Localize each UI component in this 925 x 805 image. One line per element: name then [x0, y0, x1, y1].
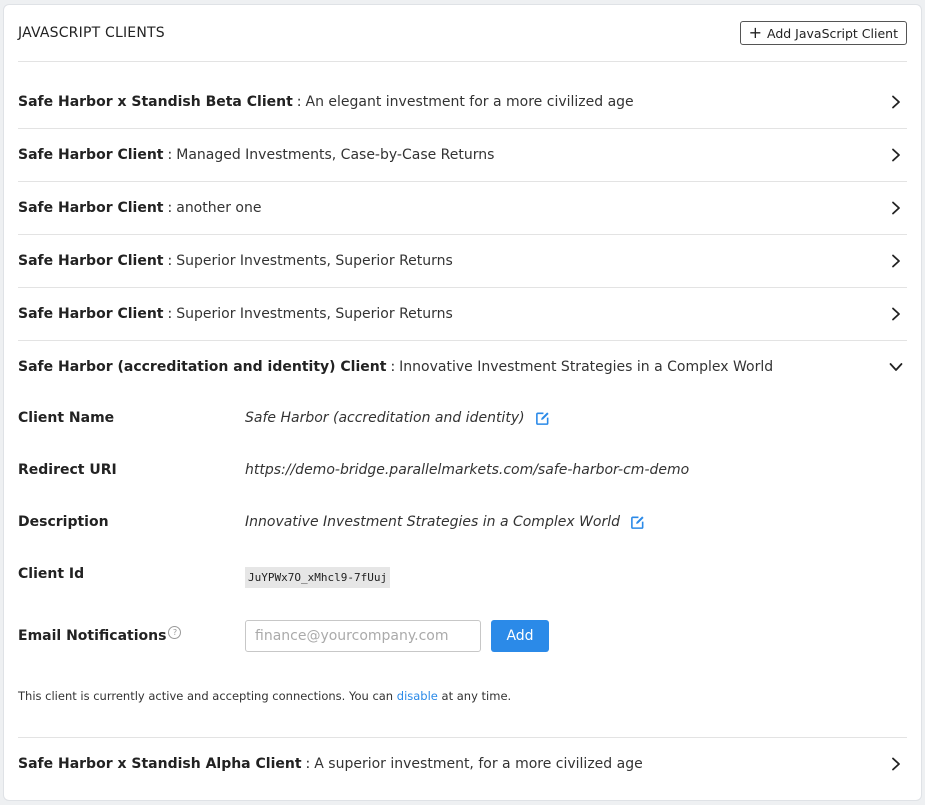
- edit-icon[interactable]: [630, 515, 645, 530]
- client-row-standish-beta[interactable]: Safe Harbor x Standish Beta Client : An …: [18, 76, 907, 129]
- client-status-text: This client is currently active and acce…: [18, 689, 511, 703]
- client-row-safe-harbor-1[interactable]: Safe Harbor Client : Managed Investments…: [18, 129, 907, 182]
- card-header: JAVASCRIPT CLIENTS + Add JavaScript Clie…: [18, 21, 907, 62]
- client-description: Innovative Investment Strategies in a Co…: [399, 359, 774, 375]
- disable-link[interactable]: disable: [397, 689, 438, 703]
- client-name: Safe Harbor (accreditation and identity)…: [18, 359, 387, 375]
- chevron-right-icon[interactable]: [889, 307, 903, 321]
- redirect-uri-label: Redirect URI: [18, 462, 117, 478]
- description-label: Description: [18, 514, 109, 530]
- redirect-uri-value: https://demo-bridge.parallelmarkets.com/…: [245, 462, 690, 478]
- client-row-accreditation-identity[interactable]: Safe Harbor (accreditation and identity)…: [18, 341, 907, 393]
- chevron-right-icon[interactable]: [889, 148, 903, 162]
- add-javascript-client-button[interactable]: + Add JavaScript Client: [739, 21, 907, 45]
- client-description: Superior Investments, Superior Returns: [176, 253, 453, 269]
- separator: :: [305, 756, 311, 772]
- add-javascript-client-label: Add JavaScript Client: [767, 25, 898, 41]
- client-id-value: JuYPWx7O_xMhcl9-7fUuj: [245, 567, 391, 588]
- description-value: Innovative Investment Strategies in a Co…: [245, 514, 621, 530]
- client-name: Safe Harbor Client: [18, 306, 164, 322]
- separator: :: [296, 94, 302, 110]
- chevron-right-icon[interactable]: [889, 95, 903, 109]
- email-notification-input[interactable]: [245, 620, 481, 652]
- plus-icon: +: [748, 22, 762, 42]
- client-row-safe-harbor-2[interactable]: Safe Harbor Client : another one: [18, 182, 907, 235]
- status-suffix: at any time.: [441, 689, 512, 703]
- separator: :: [390, 359, 396, 375]
- separator: :: [167, 200, 173, 216]
- client-description: Managed Investments, Case-by-Case Return…: [176, 147, 495, 163]
- client-name: Safe Harbor x Standish Alpha Client: [18, 756, 302, 772]
- client-details-panel: Client Name Safe Harbor (accreditation a…: [18, 395, 907, 738]
- email-notifications-text: Email Notifications: [18, 628, 167, 644]
- chevron-down-icon[interactable]: [889, 360, 903, 374]
- chevron-right-icon[interactable]: [889, 254, 903, 268]
- email-notifications-label: Email Notifications?: [18, 626, 182, 644]
- javascript-clients-card: JAVASCRIPT CLIENTS + Add JavaScript Clie…: [3, 4, 922, 801]
- client-description: another one: [176, 200, 262, 216]
- status-prefix: This client is currently active and acce…: [18, 689, 394, 703]
- client-name-label: Client Name: [18, 410, 115, 426]
- client-description: An elegant investment for a more civiliz…: [305, 94, 634, 110]
- edit-icon[interactable]: [535, 411, 550, 426]
- client-id-label: Client Id: [18, 566, 85, 582]
- help-icon[interactable]: ?: [168, 626, 182, 639]
- client-description: A superior investment, for a more civili…: [314, 756, 643, 772]
- add-email-button[interactable]: Add: [491, 620, 549, 652]
- separator: :: [167, 306, 173, 322]
- client-row-safe-harbor-3[interactable]: Safe Harbor Client : Superior Investment…: [18, 235, 907, 288]
- client-name-value: Safe Harbor (accreditation and identity): [245, 410, 525, 426]
- client-name: Safe Harbor x Standish Beta Client: [18, 94, 293, 110]
- separator: :: [167, 253, 173, 269]
- client-description: Superior Investments, Superior Returns: [176, 306, 453, 322]
- client-name: Safe Harbor Client: [18, 253, 164, 269]
- chevron-right-icon[interactable]: [889, 757, 903, 771]
- client-name: Safe Harbor Client: [18, 147, 164, 163]
- separator: :: [167, 147, 173, 163]
- client-row-standish-alpha[interactable]: Safe Harbor x Standish Alpha Client : A …: [18, 738, 907, 790]
- client-row-safe-harbor-4[interactable]: Safe Harbor Client : Superior Investment…: [18, 288, 907, 341]
- chevron-right-icon[interactable]: [889, 201, 903, 215]
- client-name-value-group: Safe Harbor (accreditation and identity): [245, 410, 550, 426]
- client-name: Safe Harbor Client: [18, 200, 164, 216]
- page-title: JAVASCRIPT CLIENTS: [18, 25, 165, 41]
- description-value-group: Innovative Investment Strategies in a Co…: [245, 514, 645, 530]
